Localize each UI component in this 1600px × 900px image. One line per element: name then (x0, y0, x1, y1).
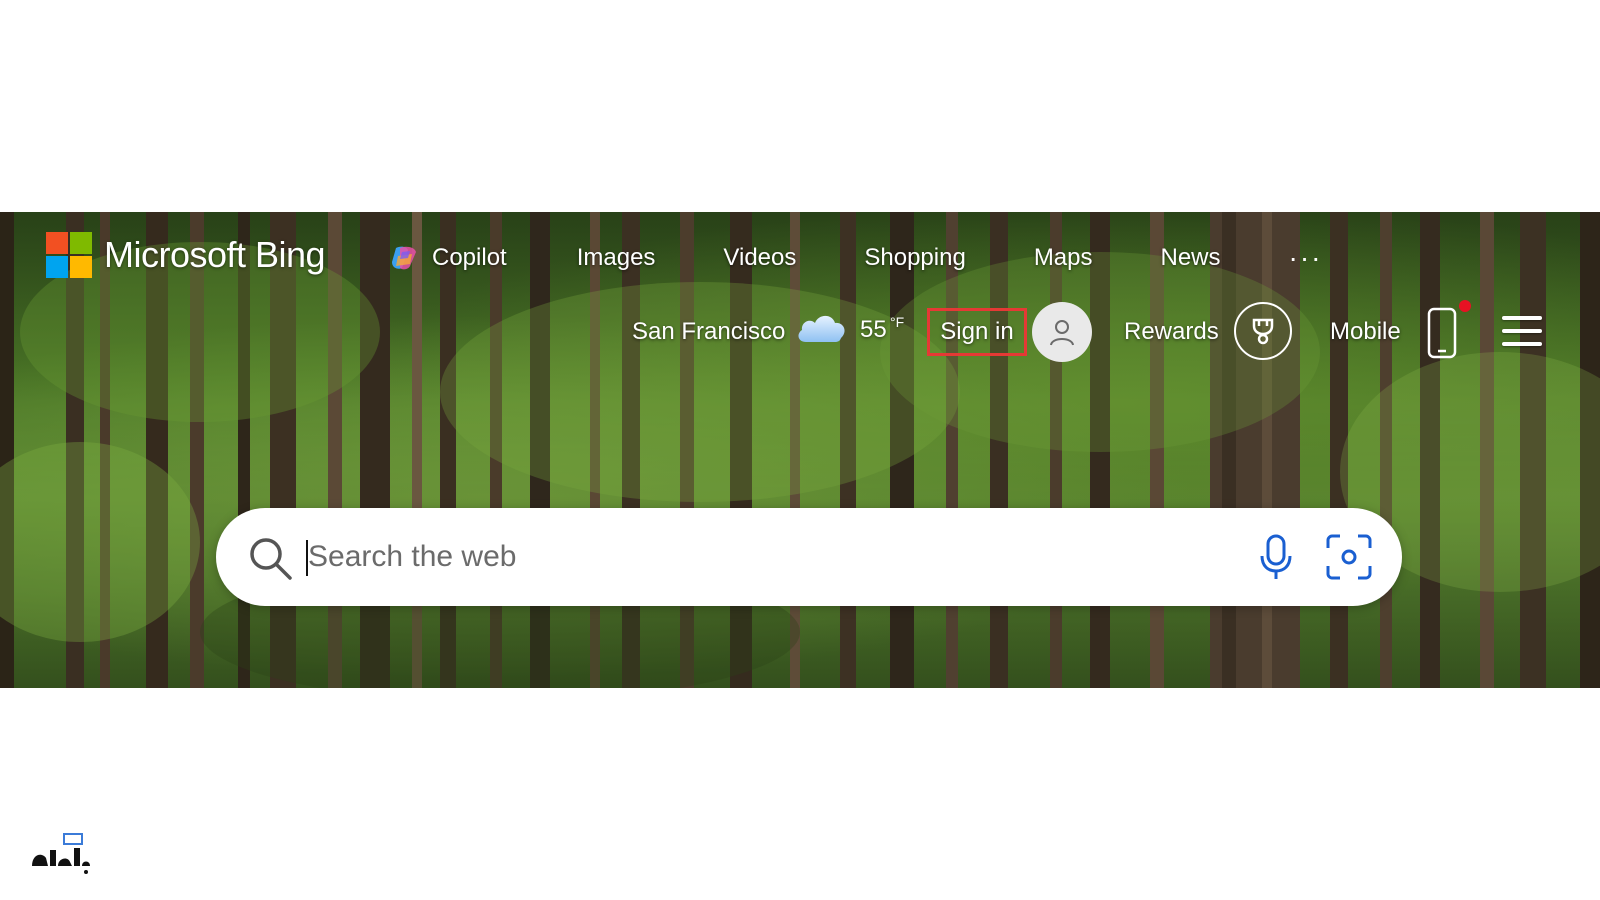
search-icon[interactable] (246, 534, 294, 582)
nav-item-maps[interactable]: Maps (1034, 244, 1093, 272)
search-bar (216, 508, 1402, 606)
temperature: 55 (860, 316, 887, 343)
watermark-logo (32, 833, 90, 874)
mobile-link[interactable]: Mobile (1330, 318, 1401, 346)
sign-in-button[interactable]: Sign in (927, 308, 1027, 356)
trophy-icon (1252, 318, 1274, 345)
search-input[interactable] (308, 532, 1208, 582)
microsoft-logo-icon (46, 232, 92, 278)
top-navigation: Copilot Images Videos Shopping Maps News… (388, 240, 1323, 276)
person-icon (1050, 320, 1074, 346)
nav-item-images[interactable]: Images (577, 244, 656, 272)
nav-item-videos[interactable]: Videos (723, 244, 796, 272)
notification-dot (1459, 300, 1471, 312)
temperature-unit: °F (890, 314, 905, 330)
hero-background: Microsoft Bing Copilot Images Videos Sho… (0, 212, 1600, 688)
visual-search-icon[interactable] (1324, 532, 1374, 582)
microphone-icon[interactable] (1256, 532, 1296, 582)
bing-logo[interactable]: Microsoft Bing (46, 232, 326, 278)
header-utility-bar: San Francisco 55 °F Sign in Rewards Mobi… (0, 300, 1600, 364)
weather-city[interactable]: San Francisco (632, 318, 785, 346)
nav-item-news[interactable]: News (1161, 244, 1221, 272)
copilot-icon (392, 246, 416, 270)
nav-item-copilot[interactable]: Copilot (388, 242, 507, 274)
forest-background-image (0, 212, 1600, 688)
rewards-button[interactable] (1234, 302, 1292, 360)
rewards-link[interactable]: Rewards (1124, 318, 1219, 346)
brand-name: Microsoft Bing (104, 234, 326, 275)
more-options-button[interactable]: ··· (1289, 244, 1323, 272)
profile-avatar-button[interactable] (1032, 302, 1092, 362)
nav-item-shopping[interactable]: Shopping (864, 244, 965, 272)
phone-icon[interactable] (1426, 306, 1458, 360)
cloud-icon[interactable] (794, 308, 848, 348)
hamburger-menu-icon[interactable] (1502, 316, 1542, 346)
sign-in-label: Sign in (940, 318, 1014, 345)
nav-item-label: Copilot (432, 244, 507, 271)
